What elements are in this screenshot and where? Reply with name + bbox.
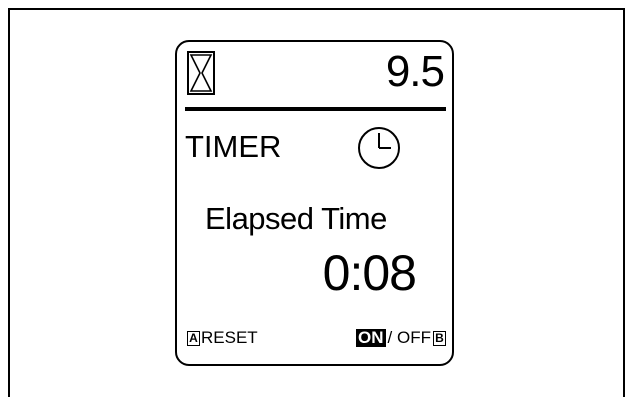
soft-key-bar: A RESET ON / OFF B xyxy=(177,328,452,350)
elapsed-time-value: 0:08 xyxy=(322,245,417,301)
reset-label: RESET xyxy=(201,328,258,347)
reset-button[interactable]: A RESET xyxy=(187,328,258,348)
on-off-toggle[interactable]: ON / OFF B xyxy=(356,328,446,348)
off-label: / OFF xyxy=(387,328,431,347)
elapsed-time-label: Elapsed Time xyxy=(205,201,387,236)
device-display: 9.5 TIMER Elapsed Time 0:08 A RESET ON /… xyxy=(175,40,454,366)
hourglass-icon xyxy=(187,51,215,95)
on-label: ON xyxy=(356,328,386,347)
mode-label: TIMER xyxy=(185,129,282,164)
top-value: 9.5 xyxy=(385,47,445,96)
key-b-icon: B xyxy=(433,330,446,346)
clock-icon xyxy=(358,127,400,169)
divider xyxy=(185,107,446,111)
key-a-icon: A xyxy=(187,330,200,346)
